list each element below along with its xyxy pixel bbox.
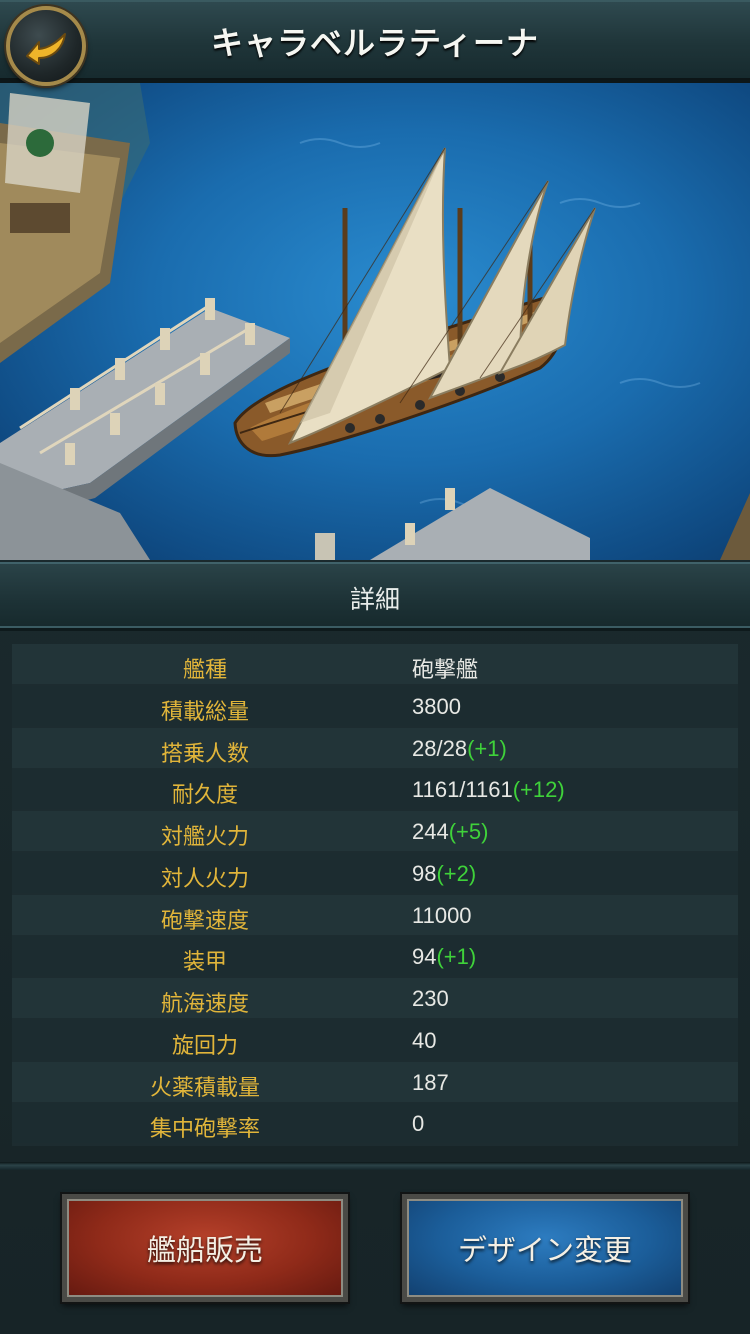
stat-label: 旋回力 — [171, 1033, 238, 1059]
back-arrow-icon — [26, 33, 66, 65]
stat-bonus: (+1) — [467, 735, 507, 761]
stone-pier-right — [315, 488, 750, 560]
caravel-ship — [233, 147, 596, 458]
stat-value: 98(+2) — [412, 860, 477, 886]
stat-row-fire-rate: 砲撃速度 11000 — [12, 894, 738, 935]
stat-value: 11000 — [412, 902, 472, 928]
ship-name-title: キャラベルラティーナ — [210, 24, 540, 62]
stat-label: 搭乗人数 — [160, 741, 249, 767]
change-design-button[interactable]: デザイン変更 — [402, 1194, 688, 1302]
stat-value: 244(+5) — [412, 819, 489, 844]
stat-value: 28/28(+1) — [412, 735, 507, 761]
stat-row-focus-fire: 集中砲撃率 0 — [12, 1103, 738, 1144]
stat-bonus: (+12) — [512, 777, 565, 803]
stat-row-ship-type: 艦種 砲撃艦 — [12, 644, 738, 684]
change-design-label: デザイン変更 — [457, 1233, 632, 1267]
stat-label: 対人火力 — [160, 866, 249, 892]
docked-ship-left — [0, 83, 150, 363]
stat-row-personnel-firepower: 対人火力 98(+2) — [12, 852, 738, 893]
stat-row-crew: 搭乗人数 28/28(+1) — [12, 727, 738, 768]
stat-label: 砲撃速度 — [160, 908, 249, 934]
stat-value: 230 — [412, 986, 449, 1011]
stat-bonus: (+5) — [448, 819, 489, 844]
stat-bonus: (+1) — [436, 944, 477, 970]
stat-row-turning: 旋回力 40 — [12, 1019, 738, 1060]
stat-bonus: (+2) — [436, 860, 477, 886]
stat-value: 1161/1161(+12) — [412, 777, 565, 803]
stat-label: 航海速度 — [160, 992, 249, 1017]
stat-label: 耐久度 — [171, 783, 238, 809]
stat-value: 0 — [412, 1111, 425, 1137]
footer-divider — [0, 1162, 750, 1170]
details-section-bar: 詳細 — [0, 562, 750, 628]
sell-ship-label: 艦船販売 — [146, 1233, 263, 1267]
stat-label: 艦種 — [182, 658, 227, 683]
harbor-illustration — [0, 83, 750, 560]
stat-label: 集中砲撃率 — [149, 1117, 260, 1143]
stat-label: 装甲 — [182, 950, 227, 976]
stat-label: 対艦火力 — [160, 825, 249, 850]
stat-value: 砲撃艦 — [412, 657, 479, 682]
ship-preview-scene — [0, 83, 750, 560]
stat-row-cargo: 積載総量 3800 — [12, 685, 738, 726]
stat-value: 187 — [412, 1069, 449, 1095]
ship-detail-screen: キャラベルラティーナ 詳細 艦種 砲撃艦 積載総量 3800 搭乗人数 28/2… — [0, 0, 750, 1334]
stat-label: 火薬積載量 — [149, 1075, 260, 1101]
stat-value: 94(+1) — [412, 944, 477, 970]
header-bar: キャラベルラティーナ — [0, 0, 750, 86]
back-button[interactable] — [6, 6, 86, 86]
sell-ship-button[interactable]: 艦船販売 — [62, 1194, 348, 1302]
stat-row-durability: 耐久度 1161/1161(+12) — [12, 769, 738, 810]
stat-value: 40 — [412, 1027, 437, 1053]
stat-row-sailing-speed: 航海速度 230 — [12, 978, 738, 1018]
stat-row-gunpowder: 火薬積載量 187 — [12, 1061, 738, 1102]
stat-label: 積載総量 — [160, 699, 249, 725]
stat-row-ship-firepower: 対艦火力 244(+5) — [12, 811, 738, 851]
stat-row-armor: 装甲 94(+1) — [12, 936, 738, 977]
stat-value: 3800 — [412, 693, 461, 719]
details-section-title: 詳細 — [349, 585, 400, 614]
ship-stats-table: 艦種 砲撃艦 積載総量 3800 搭乗人数 28/28(+1) 耐久度 1161… — [12, 644, 738, 1146]
